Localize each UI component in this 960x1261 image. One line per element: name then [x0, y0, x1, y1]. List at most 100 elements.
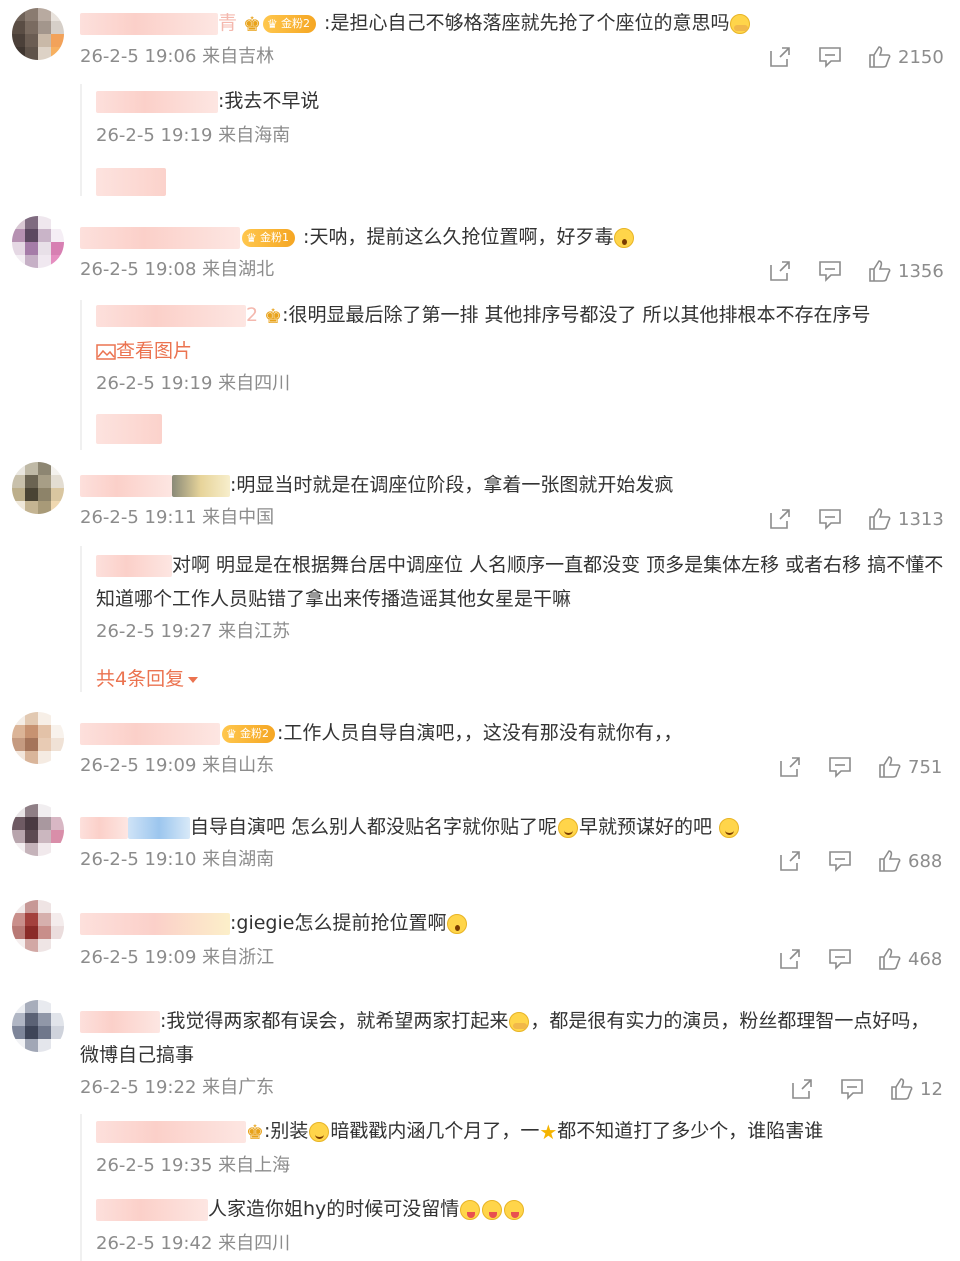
- username[interactable]: [80, 1010, 160, 1033]
- like-count: 1356: [898, 260, 944, 282]
- reply-username[interactable]: [96, 304, 246, 327]
- share-icon[interactable]: [790, 1078, 814, 1100]
- comment-icon[interactable]: [818, 508, 842, 530]
- like-icon[interactable]: [868, 508, 892, 530]
- username[interactable]: [80, 226, 240, 249]
- like-icon[interactable]: [878, 948, 902, 970]
- comment-text: :工作人员自导自演吧，，这没有那没有就你有，，: [277, 722, 683, 744]
- reply-meta: 26-2-5 19:19 来自海南: [96, 125, 291, 146]
- reply-username[interactable]: [96, 554, 172, 577]
- avatar[interactable]: [12, 712, 64, 764]
- comment-text: :giegie怎么提前抢位置啊: [230, 912, 447, 934]
- username[interactable]: [80, 12, 218, 35]
- avatar[interactable]: [12, 216, 64, 268]
- reply-list: 2 ♚:很明显最后除了第一排 其他排序号都没了 所以其他排根本不存在序号 查看图…: [80, 300, 948, 450]
- reply-meta: 26-2-5 19:42 来自四川: [96, 1233, 291, 1254]
- comment-icon[interactable]: [828, 850, 852, 872]
- reply-text-c: 都不知道打了多少个，谁陷害谁: [557, 1120, 824, 1142]
- reply-list: 对啊 明显是在根据舞台居中调座位 人名顺序一直都没变 顶多是集体左移 或者右移 …: [80, 546, 948, 692]
- comment-meta: 26-2-5 19:22 来自广东: [80, 1077, 275, 1098]
- caret-down-icon: [187, 676, 199, 684]
- like-icon[interactable]: [878, 850, 902, 872]
- fan-badge: 金粉2: [263, 14, 316, 33]
- share-icon[interactable]: [768, 260, 792, 282]
- comment-meta: 26-2-5 19:09 来自浙江: [80, 947, 275, 968]
- comment-text: :天呐，提前这么久抢位置啊，好歹毒: [303, 226, 614, 248]
- comment-meta: 26-2-5 19:10 来自湖南: [80, 849, 275, 870]
- like-icon[interactable]: [890, 1078, 914, 1100]
- like-icon[interactable]: [868, 260, 892, 282]
- comment-text: :是担心自己不够格落座就先抢了个座位的意思吗: [324, 12, 730, 34]
- fan-badge: 金粉2: [222, 724, 275, 743]
- avatar[interactable]: [12, 1000, 64, 1052]
- crown-icon: ♚: [243, 11, 261, 36]
- emoji-icon: [719, 817, 740, 838]
- fan-badge: 金粉1: [242, 228, 295, 247]
- reply-meta: 26-2-5 19:27 来自江苏: [96, 621, 291, 642]
- share-icon[interactable]: [778, 850, 802, 872]
- reply-username[interactable]: [96, 1120, 246, 1143]
- emoji-icon: [730, 13, 751, 34]
- username-blur: [172, 474, 230, 497]
- avatar[interactable]: [12, 462, 64, 514]
- reply-username-tail: 2: [246, 304, 259, 326]
- comment-icon[interactable]: [840, 1078, 864, 1100]
- reply-list: ♚:别装 暗戳戳内涵几个月了，一★都不知道打了多少个，谁陷害谁 26-2-5 19…: [80, 1114, 948, 1261]
- comment-text-a: 自导自演吧 怎么别人都没贴名字就你贴了呢: [190, 816, 558, 838]
- like-count: 468: [908, 948, 943, 970]
- avatar[interactable]: [12, 8, 64, 60]
- emoji-icon: [509, 1011, 530, 1032]
- reply-meta: 26-2-5 19:19 来自四川: [96, 373, 291, 394]
- emoji-icon: [558, 817, 579, 838]
- username-blur: [128, 816, 190, 839]
- reply-text-b: 暗戳戳内涵几个月了，一: [330, 1120, 540, 1142]
- like-icon[interactable]: [868, 46, 892, 68]
- comment-icon[interactable]: [828, 756, 852, 778]
- emoji-icon: [460, 1199, 481, 1220]
- share-icon[interactable]: [768, 508, 792, 530]
- reply-text: 人家造你姐hy的时候可没留情: [208, 1198, 460, 1220]
- star-icon: ★: [539, 1119, 558, 1144]
- username[interactable]: [80, 722, 220, 745]
- comment-icon[interactable]: [828, 948, 852, 970]
- comment-text-b: 早就预谋好的吧: [579, 816, 713, 838]
- like-icon[interactable]: [878, 756, 902, 778]
- comment-icon[interactable]: [818, 260, 842, 282]
- reply-username[interactable]: [96, 90, 218, 113]
- reply-blur: [96, 168, 166, 196]
- reply-text: :我去不早说: [218, 90, 320, 112]
- comment-meta: 26-2-5 19:09 来自山东: [80, 755, 275, 776]
- emoji-icon: [447, 913, 468, 934]
- reply-username[interactable]: [96, 1198, 208, 1221]
- reply-text-a: :别装: [263, 1120, 309, 1142]
- share-icon[interactable]: [778, 948, 802, 970]
- like-count: 2150: [898, 46, 944, 68]
- comment-text-a: :我觉得两家都有误会，就希望两家打起来: [160, 1010, 509, 1032]
- comment-text: :明显当时就是在调座位阶段，拿着一张图就开始发疯: [230, 474, 674, 496]
- username[interactable]: [80, 816, 128, 839]
- username[interactable]: [80, 912, 230, 935]
- reply-list: :我去不早说 26-2-5 19:19 来自海南: [80, 84, 948, 196]
- more-replies-link[interactable]: 共4条回复: [96, 664, 199, 691]
- avatar[interactable]: [12, 804, 64, 856]
- share-icon[interactable]: [768, 46, 792, 68]
- share-icon[interactable]: [778, 756, 802, 778]
- reply-meta: 26-2-5 19:35 来自上海: [96, 1155, 291, 1176]
- username[interactable]: [80, 474, 172, 497]
- comment-meta: 26-2-5 19:06 来自吉林: [80, 46, 275, 67]
- emoji-icon: [504, 1199, 525, 1220]
- avatar[interactable]: [12, 900, 64, 952]
- like-count: 688: [908, 850, 943, 872]
- image-icon: [96, 343, 116, 361]
- emoji-icon: [482, 1199, 503, 1220]
- crown-icon: ♚: [246, 1119, 264, 1144]
- reply-text: :很明显最后除了第一排 其他排序号都没了 所以其他排根本不存在序号: [282, 304, 871, 326]
- view-image-link[interactable]: 查看图片: [96, 336, 192, 363]
- reply-text: 对啊 明显是在根据舞台居中调座位 人名顺序一直都没变 顶多是集体左移 或者右移 …: [96, 554, 944, 610]
- like-count: 751: [908, 756, 943, 778]
- like-count: 12: [920, 1078, 943, 1100]
- username-tail: 青: [218, 12, 238, 34]
- emoji-icon: [614, 227, 635, 248]
- like-count: 1313: [898, 508, 944, 530]
- comment-icon[interactable]: [818, 46, 842, 68]
